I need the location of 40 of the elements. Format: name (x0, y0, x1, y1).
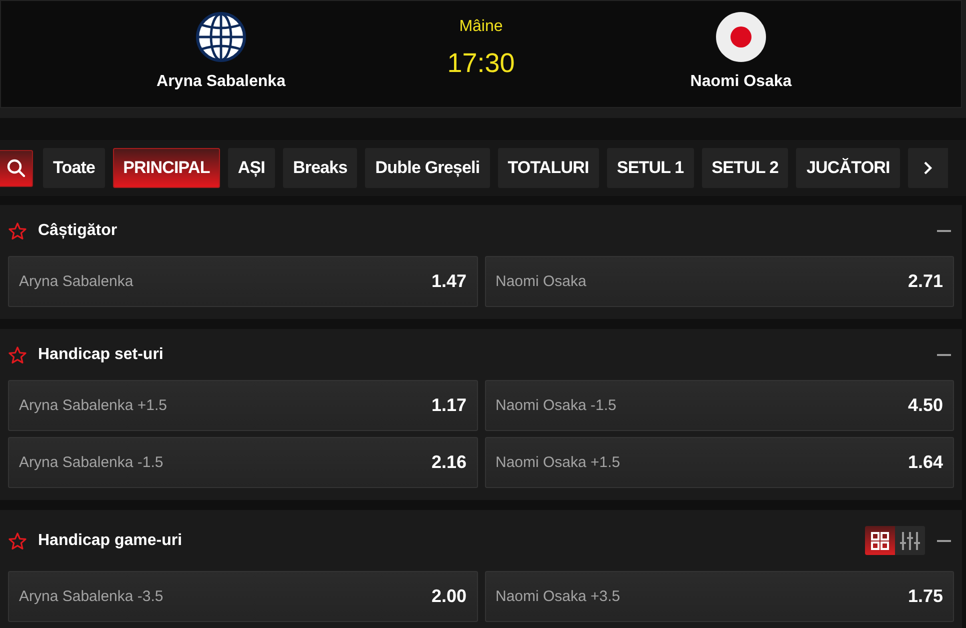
player-name: Aryna Sabalenka (156, 72, 286, 92)
odds-button[interactable]: Aryna Sabalenka 1.47 (8, 256, 478, 307)
market-tab[interactable]: Toate (43, 148, 106, 188)
player-name: Naomi Osaka (690, 72, 792, 92)
minus-icon[interactable] (937, 540, 951, 542)
market-tab[interactable]: TOTALURI (498, 148, 599, 188)
market-tab[interactable]: SETUL 1 (606, 148, 694, 188)
next-tabs-button[interactable] (908, 148, 948, 188)
match-day: Mâine (459, 17, 503, 37)
minus-icon[interactable] (937, 230, 951, 232)
star-icon[interactable] (8, 346, 27, 364)
odds-button[interactable]: Naomi Osaka +3.5 1.75 (484, 571, 954, 622)
market-tab[interactable]: JUCĂTORI (796, 148, 900, 188)
odds-button[interactable]: Naomi Osaka -1.5 4.50 (484, 380, 954, 431)
odds-button[interactable]: Naomi Osaka +1.5 1.64 (484, 437, 954, 488)
match-time: 17:30 (447, 47, 515, 79)
sliders-icon (900, 530, 920, 550)
odds-button[interactable]: Naomi Osaka 2.71 (484, 256, 954, 307)
market-tab[interactable]: Duble Greșeli (365, 148, 490, 188)
japan-flag-icon (716, 12, 766, 62)
market-title: Handicap game-uri (38, 532, 182, 550)
market-title: Câștigător (38, 222, 118, 240)
market-tab[interactable]: PRINCIPAL (113, 148, 220, 188)
grid-view-button[interactable] (865, 526, 895, 555)
sliders-view-button[interactable] (895, 526, 925, 555)
market-tab[interactable]: Breaks (282, 148, 358, 188)
grid-icon (871, 532, 889, 550)
market-tab[interactable]: AȘI (228, 148, 275, 188)
odds-button[interactable]: Aryna Sabalenka -3.5 2.00 (8, 571, 478, 622)
search-icon (7, 159, 25, 177)
search-button[interactable] (0, 150, 33, 186)
odds-button[interactable]: Aryna Sabalenka +1.5 1.17 (8, 380, 478, 431)
market-title: Handicap set-uri (38, 346, 164, 364)
odds-button[interactable]: Aryna Sabalenka -1.5 2.16 (8, 437, 478, 488)
chevron-right-icon (922, 161, 933, 175)
star-icon[interactable] (8, 222, 27, 240)
globe-icon (196, 12, 246, 62)
star-icon[interactable] (8, 532, 27, 550)
minus-icon[interactable] (937, 354, 951, 356)
market-tab[interactable]: SETUL 2 (702, 148, 788, 188)
